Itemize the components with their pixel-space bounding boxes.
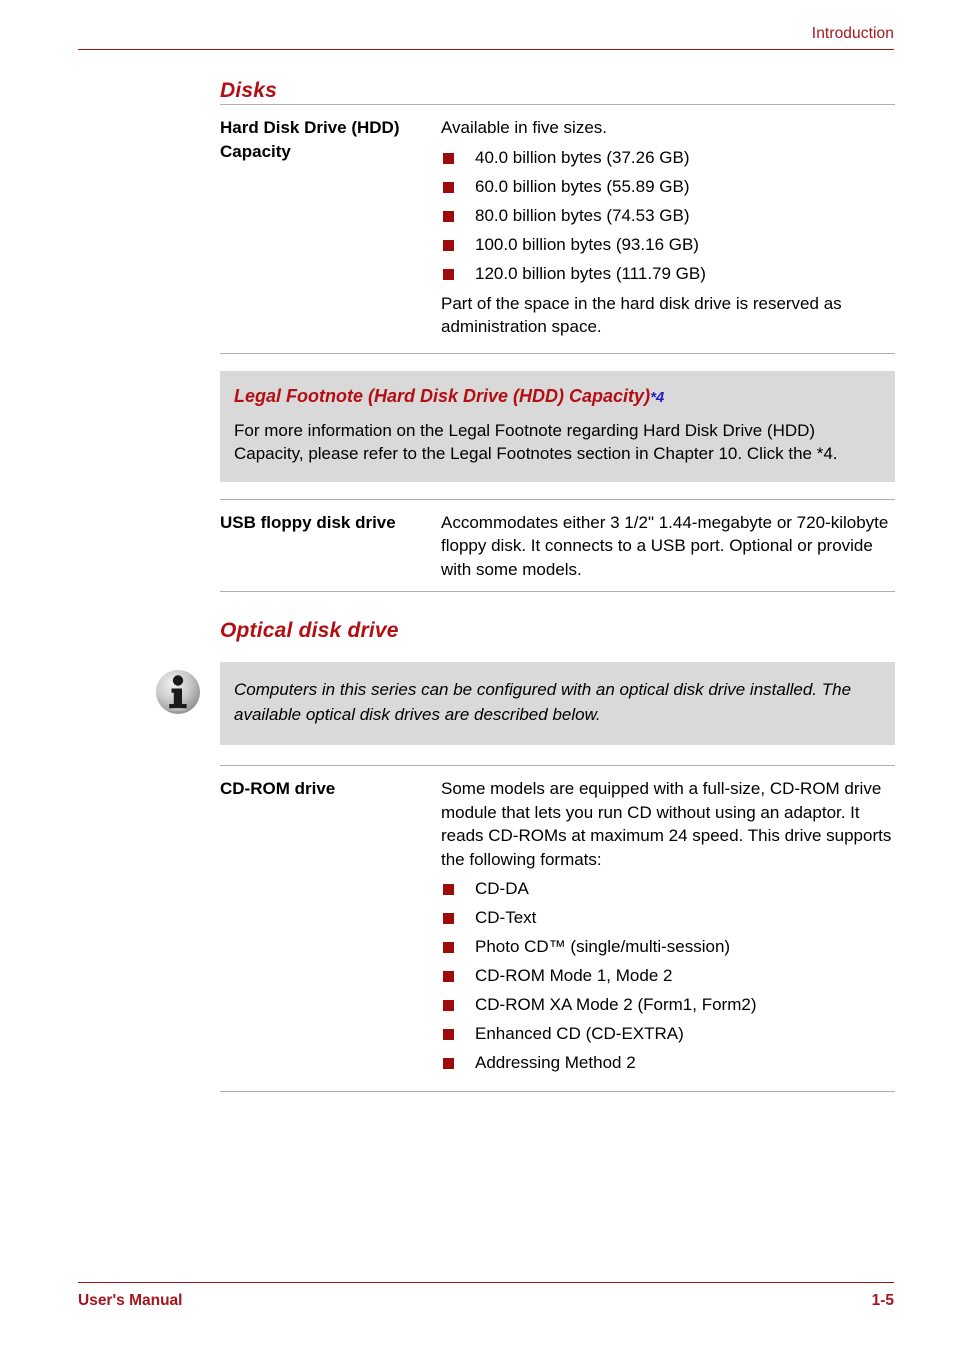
legal-footnote-title-text: Legal Footnote (Hard Disk Drive (HDD) Ca… xyxy=(234,385,651,406)
list-item: Photo CD™ (single/multi-session) xyxy=(441,935,895,959)
square-bullet-icon xyxy=(443,152,454,164)
list-item-label: 40.0 billion bytes (37.26 GB) xyxy=(475,147,690,167)
square-bullet-icon xyxy=(443,181,454,193)
list-item-label: Photo CD™ (single/multi-session) xyxy=(475,937,731,956)
optical-note-callout: Computers in this series can be configur… xyxy=(220,662,895,745)
optical-note-text: Computers in this series can be configur… xyxy=(234,680,852,724)
cdrom-format-list: CD-DA CD-Text Photo CD™ (single/multi-se… xyxy=(441,877,895,1075)
list-item-label: CD-Text xyxy=(475,908,537,927)
divider-below-cdrom-row xyxy=(220,1091,895,1092)
list-item: 60.0 billion bytes (55.89 GB) xyxy=(441,175,895,199)
list-item: 40.0 billion bytes (37.26 GB) xyxy=(441,146,895,170)
list-item-label: CD-ROM Mode 1, Mode 2 xyxy=(475,966,673,985)
section-heading-disks: Disks xyxy=(220,79,278,102)
legal-footnote-reference-link[interactable]: *4 xyxy=(650,389,664,406)
row-value-cdrom-drive: Some models are equipped with a full-siz… xyxy=(441,766,895,1085)
table-row-cdrom-drive: CD-ROM drive Some models are equipped wi… xyxy=(220,766,895,1085)
square-bullet-icon xyxy=(443,1058,454,1069)
list-item-label: CD-ROM XA Mode 2 (Form1, Form2) xyxy=(475,995,757,1014)
list-item: 80.0 billion bytes (74.53 GB) xyxy=(441,204,895,228)
square-bullet-icon xyxy=(443,971,454,982)
list-item-label: 80.0 billion bytes (74.53 GB) xyxy=(475,205,690,225)
footer-manual-label: User's Manual xyxy=(78,1292,183,1309)
info-icon xyxy=(154,668,202,716)
legal-footnote-title: Legal Footnote (Hard Disk Drive (HDD) Ca… xyxy=(234,385,877,409)
square-bullet-icon xyxy=(443,239,454,251)
page-content: Disks Hard Disk Drive (HDD) Capacity Ava… xyxy=(0,78,954,1092)
square-bullet-icon xyxy=(443,942,454,953)
list-item-label: CD-DA xyxy=(475,879,529,898)
table-row-usb-floppy-drive: USB floppy disk drive Accommodates eithe… xyxy=(220,500,895,592)
list-item: CD-ROM XA Mode 2 (Form1, Form2) xyxy=(441,993,895,1017)
table-row-hdd-capacity: Hard Disk Drive (HDD) Capacity Available… xyxy=(220,105,895,349)
footer-row: User's Manual 1-5 xyxy=(78,1291,894,1311)
list-item-label: Enhanced CD (CD-EXTRA) xyxy=(475,1024,684,1043)
square-bullet-icon xyxy=(443,1029,454,1040)
legal-footnote-callout: Legal Footnote (Hard Disk Drive (HDD) Ca… xyxy=(220,370,895,482)
page-footer: User's Manual 1-5 xyxy=(78,1282,894,1311)
list-item: Enhanced CD (CD-EXTRA) xyxy=(441,1022,895,1046)
list-item: Addressing Method 2 xyxy=(441,1051,895,1075)
divider-below-usb-floppy-row xyxy=(220,591,895,592)
optical-note-wrapper: Computers in this series can be configur… xyxy=(0,662,954,745)
row-value-hdd-capacity: Available in five sizes. 40.0 billion by… xyxy=(441,105,895,349)
page-header: Introduction xyxy=(78,24,894,50)
divider-below-hdd-row xyxy=(220,352,895,354)
row-label-cdrom-drive: CD-ROM drive xyxy=(220,779,336,798)
row-value-usb-floppy-drive: Accommodates either 3 1/2" 1.44-megabyte… xyxy=(441,512,889,579)
manual-page: Introduction Disks Hard Disk Drive (HDD)… xyxy=(0,0,954,1351)
header-divider xyxy=(78,49,894,50)
list-item-label: 120.0 billion bytes (111.79 GB) xyxy=(475,263,706,283)
row-label-hdd-capacity: Hard Disk Drive (HDD) Capacity xyxy=(220,118,400,161)
square-bullet-icon xyxy=(443,268,454,280)
list-item: CD-Text xyxy=(441,906,895,930)
header-chapter-title: Introduction xyxy=(811,25,894,42)
section-heading-optical-disk-drive: Optical disk drive xyxy=(220,619,399,642)
footer-page-number: 1-5 xyxy=(871,1292,894,1309)
list-item: CD-DA xyxy=(441,877,895,901)
list-item: CD-ROM Mode 1, Mode 2 xyxy=(441,964,895,988)
hdd-lead-text: Available in five sizes. xyxy=(441,118,607,137)
list-item: 100.0 billion bytes (93.16 GB) xyxy=(441,233,895,257)
hdd-trailing-text: Part of the space in the hard disk drive… xyxy=(441,293,842,337)
row-label-usb-floppy-drive: USB floppy disk drive xyxy=(220,512,396,532)
list-item-label: 60.0 billion bytes (55.89 GB) xyxy=(475,176,690,196)
list-item-label: 100.0 billion bytes (93.16 GB) xyxy=(475,234,699,254)
list-item: 120.0 billion bytes (111.79 GB) xyxy=(441,262,895,286)
square-bullet-icon xyxy=(443,913,454,924)
square-bullet-icon xyxy=(443,884,454,895)
list-item-label: Addressing Method 2 xyxy=(475,1053,636,1072)
hdd-capacity-list: 40.0 billion bytes (37.26 GB) 60.0 billi… xyxy=(441,146,895,286)
legal-footnote-body: For more information on the Legal Footno… xyxy=(234,420,838,464)
square-bullet-icon xyxy=(443,210,454,222)
square-bullet-icon xyxy=(443,1000,454,1011)
cdrom-lead-text: Some models are equipped with a full-siz… xyxy=(441,779,892,869)
footer-divider xyxy=(78,1282,894,1283)
